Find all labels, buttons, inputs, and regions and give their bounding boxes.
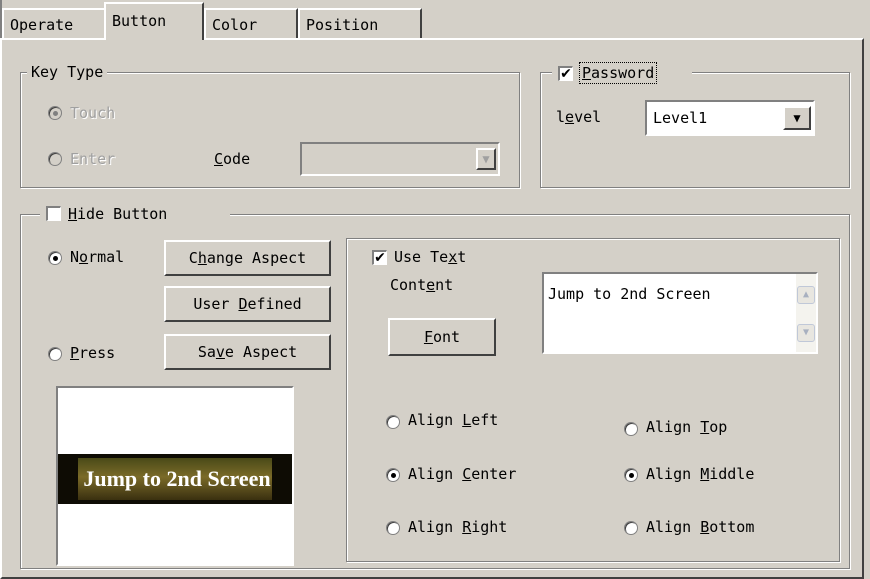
save-aspect-button[interactable]: Save Aspect	[164, 334, 331, 370]
content-textarea[interactable]: Jump to 2nd Screen ▲ ▼	[542, 272, 818, 354]
key-type-legend: Key Type	[27, 62, 108, 82]
align-top-label: Align Top	[646, 418, 728, 436]
press-label: Press	[70, 344, 116, 362]
align-center-radio[interactable]	[386, 468, 400, 482]
align-right-label: Align Right	[408, 518, 508, 536]
code-label: Code	[214, 150, 251, 168]
normal-radio[interactable]	[48, 251, 62, 265]
normal-label: Normal	[70, 248, 125, 266]
align-middle-label: Align Middle	[646, 465, 755, 483]
enter-radio[interactable]	[48, 152, 62, 166]
align-left-radio[interactable]	[386, 415, 400, 429]
tab-position[interactable]: Position	[298, 8, 422, 38]
content-label: Content	[390, 276, 454, 294]
align-right-radio[interactable]	[386, 521, 400, 535]
scroll-up-icon[interactable]: ▲	[797, 286, 815, 304]
align-bottom-radio[interactable]	[624, 521, 638, 535]
preview-button-text: Jump to 2nd Screen	[83, 466, 271, 491]
hide-button-label[interactable]: Hide Button	[68, 204, 167, 224]
press-radio[interactable]	[48, 347, 62, 361]
align-bottom-label: Align Bottom	[646, 518, 755, 536]
change-aspect-button[interactable]: Change Aspect	[164, 240, 331, 276]
content-scrollbar[interactable]: ▲ ▼	[796, 274, 816, 352]
font-button[interactable]: Font	[388, 318, 496, 356]
align-middle-radio[interactable]	[624, 468, 638, 482]
password-label[interactable]: Password	[578, 62, 658, 84]
button-preview: Jump to 2nd Screen	[56, 386, 294, 566]
password-checkbox[interactable]: ✔	[558, 66, 573, 81]
tab-operate[interactable]: Operate	[2, 8, 106, 38]
user-defined-button[interactable]: User Defined	[164, 286, 331, 322]
level-select[interactable]: Level1 ▼	[645, 100, 815, 136]
touch-label: Touch	[70, 104, 116, 122]
level-value: Level1	[653, 109, 708, 127]
align-left-label: Align Left	[408, 411, 499, 429]
level-dropdown-arrow-icon[interactable]: ▼	[783, 106, 811, 130]
use-text-label[interactable]: Use Text	[394, 247, 466, 267]
align-top-radio[interactable]	[624, 422, 638, 436]
code-select[interactable]: ▼	[300, 142, 500, 176]
code-dropdown-arrow-icon[interactable]: ▼	[476, 148, 496, 170]
scroll-down-icon[interactable]: ▼	[797, 324, 815, 342]
content-value: Jump to 2nd Screen	[548, 285, 711, 303]
touch-radio[interactable]	[48, 106, 62, 120]
level-label: level	[556, 108, 602, 126]
use-text-checkbox[interactable]: ✔	[372, 250, 387, 265]
align-center-label: Align Center	[408, 465, 517, 483]
enter-label: Enter	[70, 150, 116, 168]
tab-button[interactable]: Button	[104, 2, 204, 40]
hide-button-checkbox[interactable]	[46, 206, 61, 221]
tab-color[interactable]: Color	[204, 8, 298, 38]
tab-strip: Operate Button Color Position	[0, 0, 870, 40]
